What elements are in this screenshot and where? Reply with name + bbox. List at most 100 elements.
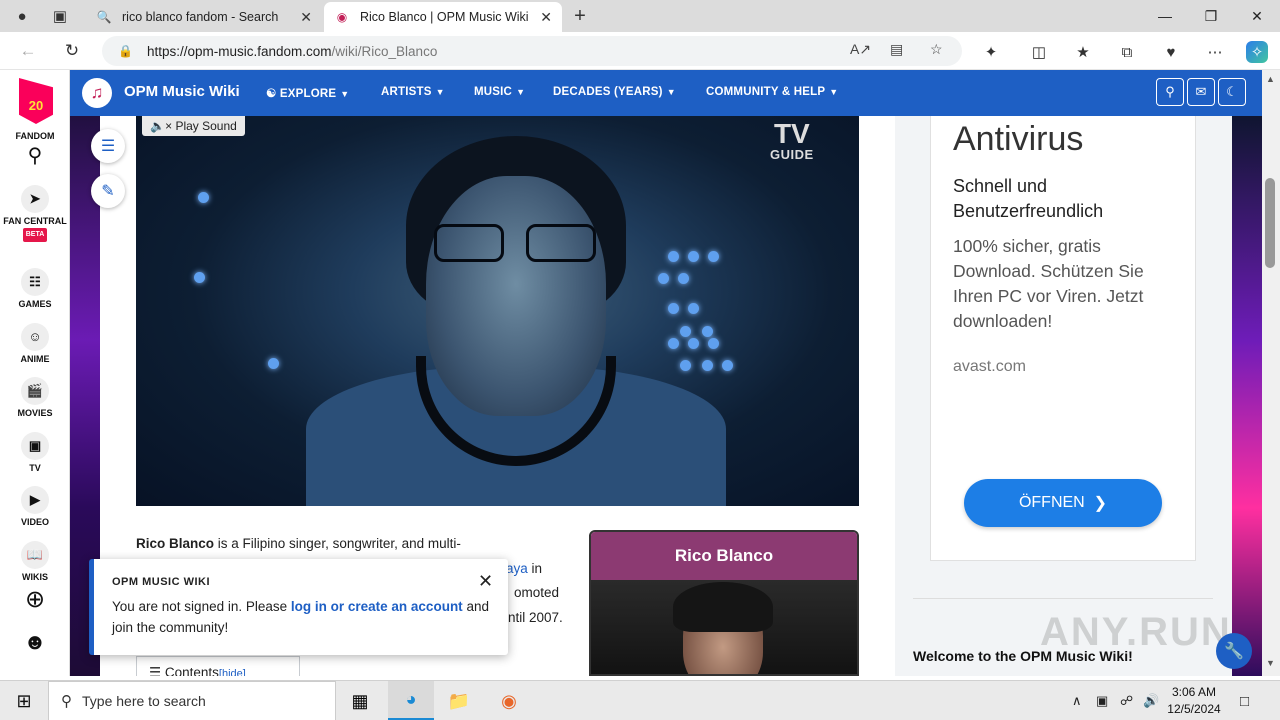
- new-tab-icon[interactable]: +: [566, 2, 594, 30]
- logo-number: 20: [28, 97, 44, 113]
- play-sound-label: Play Sound: [175, 119, 237, 133]
- wiki-logo-icon[interactable]: ♫: [82, 78, 112, 108]
- scroll-down-icon[interactable]: ▼: [1266, 658, 1275, 668]
- chevron-up-icon[interactable]: ∧: [1072, 693, 1082, 709]
- task-view-icon[interactable]: ▦: [340, 681, 380, 720]
- discussions-icon[interactable]: ✉: [1187, 78, 1215, 106]
- nav-artists[interactable]: ARTISTS ▼: [381, 86, 445, 98]
- rail-item-anime[interactable]: ☺ ANIME: [0, 323, 70, 365]
- close-tab-icon[interactable]: ✕: [540, 9, 552, 26]
- collections-icon[interactable]: ⧉: [1116, 41, 1138, 63]
- back-icon[interactable]: ←: [14, 37, 42, 65]
- rail-item-tv[interactable]: ▣ TV: [0, 432, 70, 474]
- nav-label: COMMUNITY & HELP: [706, 86, 826, 98]
- light-dot: [688, 251, 699, 262]
- play-icon: ▶: [21, 486, 49, 514]
- toc-hide-link[interactable]: [hide]: [219, 668, 246, 676]
- windows-start-icon[interactable]: ⊞: [0, 681, 48, 720]
- profile-icon[interactable]: ●: [8, 2, 36, 30]
- nav-explore[interactable]: ☯ EXPLORE ▼: [266, 86, 349, 100]
- close-icon[interactable]: ✕: [478, 571, 493, 592]
- scrollbar-thumb[interactable]: [1265, 178, 1275, 268]
- more-menu-icon[interactable]: ⋯: [1204, 41, 1226, 63]
- gamepad-icon: ☷: [21, 268, 49, 296]
- extensions-icon[interactable]: ✦: [980, 41, 1002, 63]
- edit-pencil-icon[interactable]: ✎: [91, 174, 125, 208]
- article-link[interactable]: aya: [506, 561, 528, 576]
- wrench-tools-icon[interactable]: 🔧: [1216, 633, 1252, 669]
- light-dot: [708, 251, 719, 262]
- page-viewport: 20 FANDOM ⚲ ➤ FAN CENTRAL BETA ☷ GAMES ☺…: [0, 70, 1262, 676]
- wiki-name[interactable]: OPM Music Wiki: [124, 83, 240, 100]
- performance-icon[interactable]: ♥: [1160, 41, 1182, 63]
- caret-down-icon: ▼: [666, 87, 676, 97]
- meet-now-icon[interactable]: ▣: [1096, 693, 1108, 709]
- url-path: /wiki/Rico_Blanco: [331, 43, 438, 59]
- ad-open-button[interactable]: ÖFFNEN ❯: [964, 479, 1162, 527]
- rail-item-video[interactable]: ▶ VIDEO: [0, 486, 70, 528]
- close-tab-icon[interactable]: ✕: [300, 9, 312, 26]
- rail-item-fan-central[interactable]: ➤ FAN CENTRAL BETA: [0, 185, 70, 242]
- minimize-icon[interactable]: —: [1142, 0, 1188, 32]
- tab-rico-blanco[interactable]: ◉ Rico Blanco | OPM Music Wiki | F ✕: [324, 2, 562, 32]
- clock-time: 3:06 AM: [1171, 685, 1217, 699]
- notifications-icon[interactable]: □: [1240, 693, 1249, 710]
- maximize-icon[interactable]: ❐: [1188, 0, 1234, 32]
- copilot-icon[interactable]: ✧: [1246, 41, 1268, 63]
- rail-item-games[interactable]: ☷ GAMES: [0, 268, 70, 310]
- table-of-contents-icon[interactable]: ☰: [91, 129, 125, 163]
- prompt-text-span: You are not signed in. Please: [112, 599, 291, 614]
- fandom-global-nav: 20 FANDOM ⚲ ➤ FAN CENTRAL BETA ☷ GAMES ☺…: [0, 70, 70, 676]
- create-wiki-plus-icon[interactable]: ⊕: [0, 588, 70, 612]
- read-aloud-icon[interactable]: A↗: [850, 41, 871, 58]
- search-icon[interactable]: ⚲: [0, 146, 70, 166]
- search-icon[interactable]: ⚲: [1156, 78, 1184, 106]
- light-dot: [678, 273, 689, 284]
- article-line: Rico Blanco is a Filipino singer, songwr…: [136, 532, 576, 557]
- fandom-label[interactable]: FANDOM: [0, 130, 70, 142]
- light-dot: [194, 272, 205, 283]
- rail-item-wikis[interactable]: 📖 WIKIS: [0, 541, 70, 583]
- volume-icon[interactable]: 🔊: [1143, 693, 1159, 709]
- close-window-icon[interactable]: ✕: [1234, 0, 1280, 32]
- url-field[interactable]: 🔒 https://opm-music.fandom.com/wiki/Rico…: [102, 36, 962, 66]
- immersive-reader-icon[interactable]: ▤: [890, 41, 903, 58]
- scroll-up-icon[interactable]: ▲: [1266, 74, 1275, 84]
- favorite-star-icon[interactable]: ☆: [930, 41, 943, 58]
- edge-icon[interactable]: ◕: [388, 681, 434, 720]
- split-screen-icon[interactable]: ◫: [1028, 41, 1050, 63]
- clock[interactable]: 3:06 AM 12/5/2024: [1164, 684, 1224, 718]
- tv-icon: ▣: [21, 432, 49, 460]
- firefox-icon[interactable]: ◉: [488, 681, 530, 720]
- nav-label: EXPLORE: [279, 88, 337, 100]
- taskbar-search-box[interactable]: ⚲ Type here to search: [48, 681, 336, 720]
- refresh-icon[interactable]: ↻: [58, 37, 86, 65]
- nav-community-help[interactable]: COMMUNITY & HELP ▼: [706, 86, 838, 98]
- light-dot: [668, 251, 679, 262]
- advertisement[interactable]: Antivirus Schnell und Benutzerfreundlich…: [930, 116, 1196, 561]
- favorites-icon[interactable]: ★: [1072, 41, 1094, 63]
- page-scrollbar[interactable]: ▲ ▼: [1262, 70, 1280, 676]
- background-art: [1232, 116, 1262, 676]
- infobox-photo[interactable]: [591, 580, 857, 674]
- nav-music[interactable]: MUSIC ▼: [474, 86, 525, 98]
- rail-item-movies[interactable]: 🎬 MOVIES: [0, 377, 70, 419]
- article-text-span: in: [527, 560, 543, 576]
- user-account-icon[interactable]: ☻: [0, 631, 70, 653]
- tab-actions-icon[interactable]: ▣: [46, 2, 74, 30]
- tab-search[interactable]: 🔍 rico blanco fandom - Search ✕: [86, 2, 322, 32]
- login-link[interactable]: log in or create an account: [291, 599, 463, 614]
- article-subject: Rico Blanco: [136, 536, 215, 551]
- featured-video[interactable]: [136, 116, 859, 506]
- dark-mode-icon[interactable]: ☾: [1218, 78, 1246, 106]
- network-icon[interactable]: ☍: [1120, 693, 1133, 709]
- url-host: https://opm-music.fandom.com: [146, 43, 332, 59]
- clock-date: 12/5/2024: [1167, 702, 1221, 716]
- fandom-logo[interactable]: 20: [19, 78, 53, 124]
- tab-title: rico blanco fandom - Search: [122, 10, 279, 24]
- file-explorer-icon[interactable]: 📁: [438, 681, 480, 720]
- nav-decades[interactable]: DECADES (YEARS) ▼: [553, 86, 676, 98]
- play-sound-button[interactable]: 🔈× Play Sound: [142, 116, 245, 136]
- light-dot: [668, 303, 679, 314]
- chevron-right-icon: ❯: [1093, 495, 1108, 512]
